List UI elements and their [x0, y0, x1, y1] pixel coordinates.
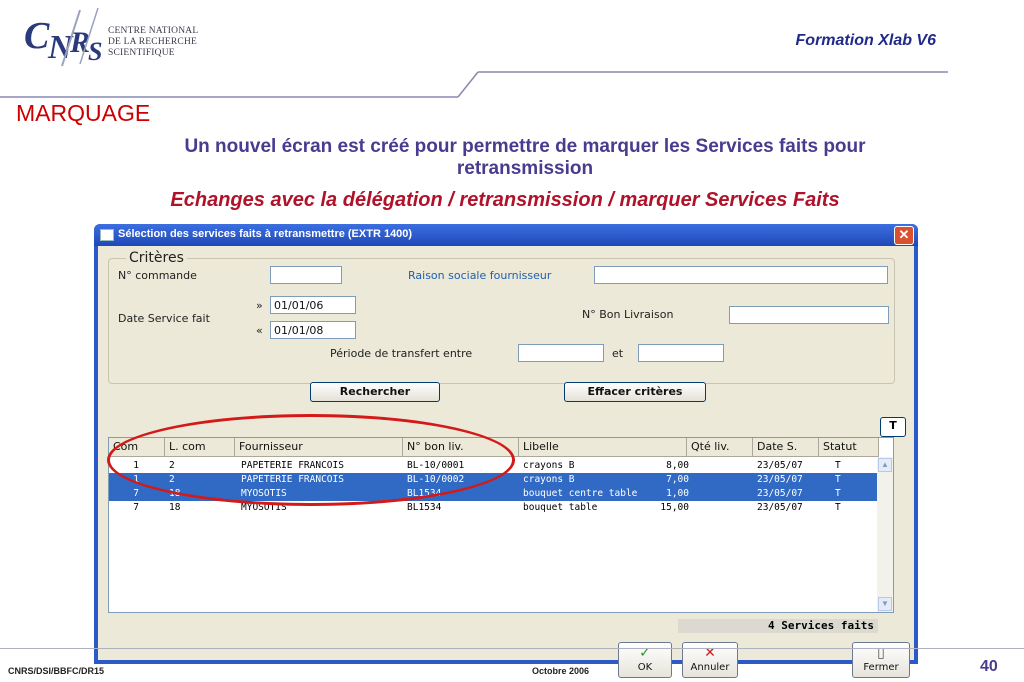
criteria-legend: Critères	[126, 250, 187, 266]
raison-label: Raison sociale fournisseur	[408, 269, 552, 282]
cell-bon: BL1534	[407, 502, 442, 513]
date-to-prefix: «	[256, 324, 263, 337]
commande-label: N° commande	[118, 269, 197, 282]
cell-qte: 1,00	[666, 488, 689, 499]
cell-date: 23/05/07	[757, 474, 803, 485]
et-label: et	[612, 347, 624, 360]
date-from-prefix: »	[256, 299, 263, 312]
footer-divider	[0, 648, 1024, 649]
commande-input[interactable]	[270, 266, 342, 284]
bon-input[interactable]	[729, 306, 889, 324]
cnrs-logo-mark: C N R S	[24, 7, 102, 67]
svg-text:S: S	[88, 37, 102, 66]
toggle-t-button[interactable]: T	[880, 417, 906, 437]
bon-label: N° Bon Livraison	[582, 308, 674, 321]
cancel-label: Annuler	[690, 662, 730, 673]
close-label: Fermer	[863, 662, 899, 673]
date-from-input[interactable]	[270, 296, 356, 314]
table-row[interactable]: 7 18 MYOSOTIS BL1534 bouquet table 15,00 23/05…	[109, 501, 879, 515]
cell-date: 23/05/07	[757, 488, 803, 499]
cell-date: 23/05/07	[757, 502, 803, 513]
col-qte[interactable]: Qté liv.	[687, 438, 753, 457]
col-statut[interactable]: Statut	[819, 438, 879, 457]
highlight-ellipse	[107, 414, 515, 506]
logo-line-1: CENTRE NATIONAL	[108, 26, 199, 36]
logo-line-2: DE LA RECHERCHE	[108, 37, 198, 47]
cell-statut: T	[835, 488, 841, 499]
logo-line-3: SCIENTIFIQUE	[108, 48, 175, 58]
window-title: Sélection des services faits à retransme…	[118, 228, 413, 240]
services-count: 4 Services faits	[678, 619, 878, 633]
col-libelle[interactable]: Libelle	[519, 438, 687, 457]
col-date[interactable]: Date S.	[753, 438, 819, 457]
subtitle-line-1: Un nouvel écran est créé pour permettre …	[184, 136, 866, 157]
slide-subtitle-2: Echanges avec la délégation / retransmis…	[170, 189, 840, 211]
cell-qte: 8,00	[666, 460, 689, 471]
cell-statut: T	[835, 460, 841, 471]
cell-qte: 7,00	[666, 474, 689, 485]
slide-title: MARQUAGE	[16, 100, 151, 126]
cell-lcom: 18	[169, 502, 181, 513]
cell-statut: T	[835, 502, 841, 513]
logo-text: CENTRE NATIONAL DE LA RECHERCHE SCIENTIF…	[108, 26, 198, 59]
door-icon: ▯	[877, 645, 885, 661]
ok-label: OK	[637, 662, 653, 673]
cross-icon: ✕	[704, 645, 716, 661]
window-icon	[100, 229, 114, 241]
close-icon[interactable]: ✕	[894, 226, 914, 245]
date-to-input[interactable]	[270, 321, 356, 339]
cell-com: 7	[133, 502, 139, 513]
footer-date: Octobre 2006	[532, 666, 590, 676]
periode-from-input[interactable]	[518, 344, 604, 362]
page-number: 40	[980, 658, 998, 675]
svg-text:C: C	[24, 15, 50, 57]
check-icon: ✓	[639, 645, 651, 661]
footer-left: CNRS/DSI/BBFC/DR15	[8, 666, 105, 676]
vertical-scrollbar[interactable]: ▲ ▼	[877, 457, 893, 612]
cell-qte: 15,00	[660, 502, 689, 513]
cell-com: 7	[133, 488, 139, 499]
slide-subtitle: Un nouvel écran est créé pour permettre …	[60, 136, 990, 180]
periode-to-input[interactable]	[638, 344, 724, 362]
search-button[interactable]: Rechercher	[310, 382, 440, 402]
header-divider	[0, 71, 948, 98]
date-label: Date Service fait	[118, 312, 210, 325]
subtitle-line-2: retransmission	[456, 158, 594, 179]
cell-date: 23/05/07	[757, 460, 803, 471]
window-titlebar[interactable]: Sélection des services faits à retransme…	[94, 224, 918, 246]
scroll-down-icon[interactable]: ▼	[878, 597, 892, 611]
cell-statut: T	[835, 474, 841, 485]
clear-criteria-button[interactable]: Effacer critères	[564, 382, 706, 402]
scroll-up-icon[interactable]: ▲	[878, 458, 892, 472]
course-title: Formation Xlab V6	[795, 32, 936, 49]
periode-label: Période de transfert entre	[330, 347, 473, 360]
raison-input[interactable]	[594, 266, 888, 284]
